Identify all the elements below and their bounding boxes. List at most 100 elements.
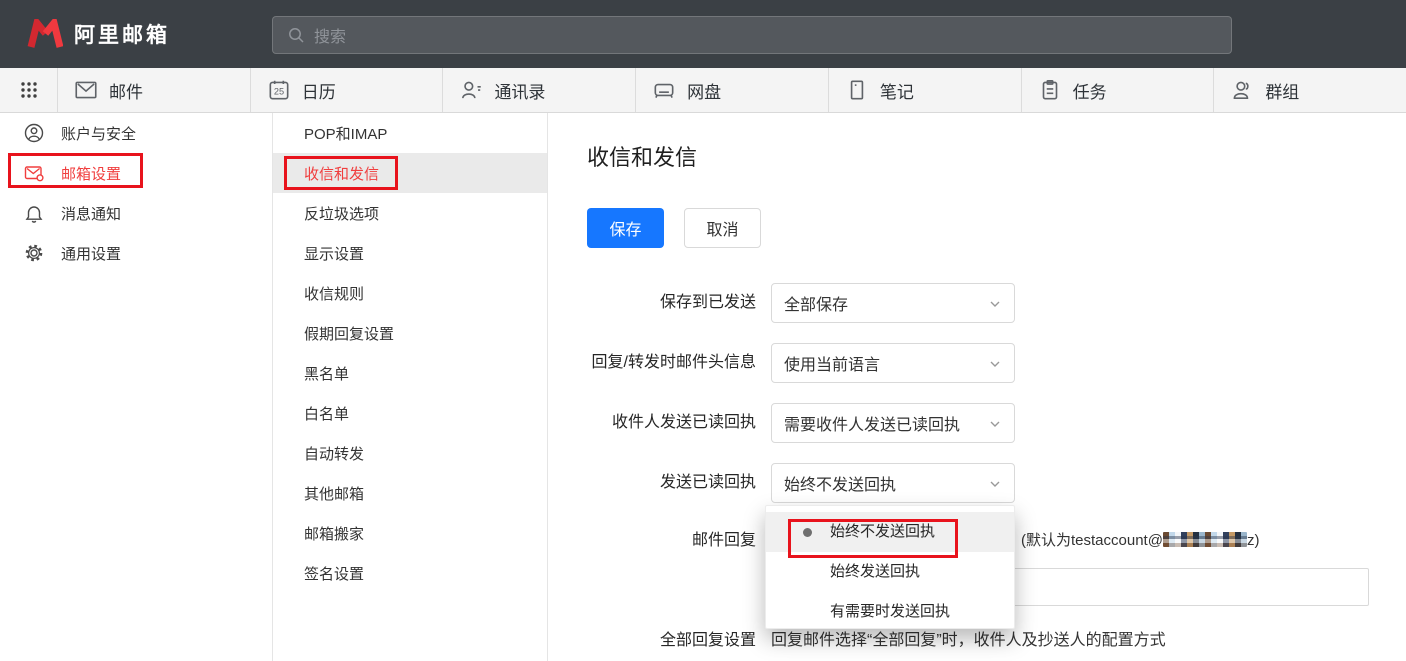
select-value: 使用当前语言 [784, 351, 880, 375]
subsidebar-item-label: 签名设置 [304, 563, 364, 584]
nav-tab-label: 任务 [1073, 78, 1107, 103]
chevron-down-icon [988, 297, 1002, 316]
subsidebar-item-pop-imap[interactable]: POP和IMAP [273, 113, 547, 153]
topbar: 阿里邮箱 搜索 [0, 0, 1406, 68]
subsidebar-item-whitelist[interactable]: 白名单 [273, 393, 547, 433]
nav-tab-contacts[interactable]: 通讯录 [442, 68, 635, 112]
contacts-icon [458, 77, 484, 103]
form-row-reply-all: 全部回复设置 回复邮件选择“全部回复”时，收件人及抄送人的配置方式 [548, 631, 756, 651]
dropdown-option-label: 始终发送回执 [830, 563, 920, 580]
subsidebar-item-label: 收信规则 [304, 283, 364, 304]
logo-m-icon [27, 19, 63, 50]
nav-tab-groups[interactable]: 群组 [1213, 68, 1406, 112]
reply-all-description: 回复邮件选择“全部回复”时，收件人及抄送人的配置方式 [771, 631, 1166, 651]
hint-prefix: (默认为testaccount@ [1021, 532, 1163, 549]
dropdown-option-send-when-needed[interactable]: 有需要时发送回执 [766, 592, 1014, 632]
groups-icon [1229, 77, 1255, 103]
nav-tab-label: 邮件 [109, 78, 143, 103]
subsidebar-item-label: 其他邮箱 [304, 483, 364, 504]
field-label: 邮件回复 [548, 521, 756, 561]
selected-dot-icon [803, 528, 812, 537]
sidebar-item-general-settings[interactable]: 通用设置 [0, 233, 272, 273]
subsidebar-item-label: 邮箱搬家 [304, 523, 364, 544]
subsidebar-item-signature[interactable]: 签名设置 [273, 553, 547, 593]
nav-tab-label: 笔记 [880, 78, 914, 103]
nav-tab-label: 日历 [302, 78, 336, 103]
settings-sidebar: 账户与安全 邮箱设置 消息通知 [0, 113, 273, 661]
field-label: 收件人发送已读回执 [548, 403, 756, 443]
subsidebar-item-auto-forward[interactable]: 自动转发 [273, 433, 547, 473]
subsidebar-item-vacation-reply[interactable]: 假期回复设置 [273, 313, 547, 353]
sidebar-item-label: 邮箱设置 [61, 163, 121, 184]
main-content: 收信和发信 保存 取消 保存到已发送 全部保存 回复/转发时邮件头信息 使用当前… [548, 113, 1406, 661]
search-input[interactable]: 搜索 [272, 16, 1232, 54]
send-receipt-dropdown: 始终不发送回执 始终发送回执 有需要时发送回执 [765, 505, 1015, 629]
subsidebar-item-label: 收信和发信 [304, 163, 379, 184]
tasks-icon [1037, 77, 1063, 103]
notes-icon [844, 77, 870, 103]
select-value: 需要收件人发送已读回执 [784, 411, 960, 435]
dropdown-option-label: 始终不发送回执 [830, 523, 935, 540]
form-row-request-receipt: 收件人发送已读回执 需要收件人发送已读回执 [548, 403, 1148, 443]
sidebar-item-label: 通用设置 [61, 243, 121, 264]
field-label: 全部回复设置 [548, 631, 756, 651]
form-row-header-language: 回复/转发时邮件头信息 使用当前语言 [548, 343, 1148, 383]
app-logo: 阿里邮箱 [27, 19, 170, 50]
nav-tab-drive[interactable]: 网盘 [635, 68, 828, 112]
hint-suffix: z) [1247, 532, 1260, 549]
nav-tab-tasks[interactable]: 任务 [1021, 68, 1214, 112]
page-title: 收信和发信 [587, 140, 697, 172]
nav-tab-label: 网盘 [687, 78, 721, 103]
select-value: 全部保存 [784, 291, 848, 315]
sidebar-item-mail-settings[interactable]: 邮箱设置 [0, 153, 272, 193]
dropdown-option-never-send[interactable]: 始终不发送回执 [766, 512, 1014, 552]
sidebar-item-label: 消息通知 [61, 203, 121, 224]
subsidebar-item-display[interactable]: 显示设置 [273, 233, 547, 273]
cancel-button[interactable]: 取消 [684, 208, 761, 248]
sidebar-item-account-security[interactable]: 账户与安全 [0, 113, 272, 153]
subsidebar-item-label: 黑名单 [304, 363, 349, 384]
subsidebar-item-send-receive[interactable]: 收信和发信 [273, 153, 547, 193]
select-value: 始终不发送回执 [784, 471, 896, 495]
chevron-down-icon [988, 357, 1002, 376]
form-row-send-receipt: 发送已读回执 始终不发送回执 [548, 463, 1148, 503]
mail-icon [73, 77, 99, 103]
subsidebar-item-label: 反垃圾选项 [304, 203, 379, 224]
bell-icon [23, 202, 45, 224]
gear-icon [23, 242, 45, 264]
dropdown-option-label: 有需要时发送回执 [830, 603, 950, 620]
subsidebar-item-antispam[interactable]: 反垃圾选项 [273, 193, 547, 233]
subsidebar-item-label: 白名单 [304, 403, 349, 424]
subsidebar-item-other-mailbox[interactable]: 其他邮箱 [273, 473, 547, 513]
settings-subsidebar: POP和IMAP 收信和发信 反垃圾选项 显示设置 收信规则 假期回复设置 黑名… [273, 113, 548, 661]
sidebar-item-notifications[interactable]: 消息通知 [0, 193, 272, 233]
nav-tab-calendar[interactable]: 25 日历 [250, 68, 443, 112]
user-circle-icon [23, 122, 45, 144]
subsidebar-item-blacklist[interactable]: 黑名单 [273, 353, 547, 393]
calendar-icon: 25 [266, 77, 292, 103]
dropdown-option-always-send[interactable]: 始终发送回执 [766, 552, 1014, 592]
nav-tab-notes[interactable]: 笔记 [828, 68, 1021, 112]
logo-text: 阿里邮箱 [74, 19, 170, 49]
search-placeholder: 搜索 [314, 23, 346, 47]
subsidebar-item-label: 假期回复设置 [304, 323, 394, 344]
apps-grid-button[interactable] [0, 68, 57, 112]
chevron-down-icon [988, 477, 1002, 496]
field-label: 发送已读回执 [548, 463, 756, 503]
subsidebar-item-label: 显示设置 [304, 243, 364, 264]
request-receipt-select[interactable]: 需要收件人发送已读回执 [771, 403, 1015, 443]
search-icon [287, 26, 305, 44]
send-receipt-select[interactable]: 始终不发送回执 [771, 463, 1015, 503]
save-to-sent-select[interactable]: 全部保存 [771, 283, 1015, 323]
field-label: 回复/转发时邮件头信息 [548, 343, 756, 383]
subsidebar-item-mailbox-move[interactable]: 邮箱搬家 [273, 513, 547, 553]
nav-tab-mail[interactable]: 邮件 [57, 68, 250, 112]
save-button[interactable]: 保存 [587, 208, 664, 248]
subsidebar-item-rules[interactable]: 收信规则 [273, 273, 547, 313]
sidebar-item-label: 账户与安全 [61, 123, 136, 144]
censored-domain-mosaic [1163, 532, 1247, 547]
nav-tab-label: 群组 [1265, 78, 1299, 103]
header-language-select[interactable]: 使用当前语言 [771, 343, 1015, 383]
chevron-down-icon [988, 417, 1002, 436]
nav-tab-label: 通讯录 [494, 78, 545, 103]
